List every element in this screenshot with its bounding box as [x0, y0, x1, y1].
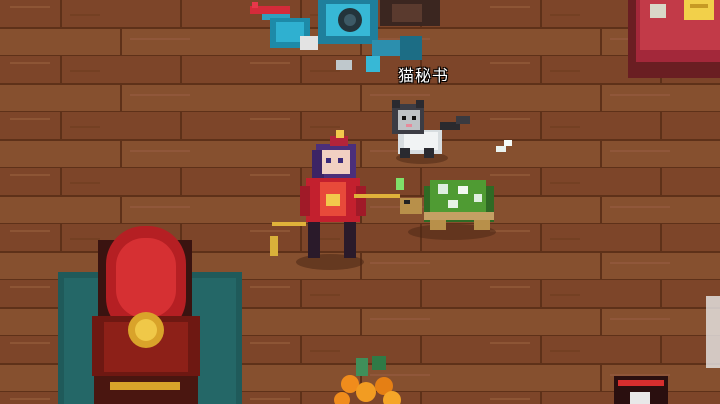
red-cabinet	[628, 0, 720, 78]
throne-hotspot[interactable]	[90, 224, 202, 404]
player-hotspot[interactable]	[268, 128, 404, 266]
white-edge-object	[706, 296, 720, 368]
red-chest-object	[614, 376, 668, 404]
npc-name-label: 猫秘书	[398, 66, 450, 85]
game-scene[interactable]: 猫秘书	[0, 0, 720, 404]
turtle-hotspot[interactable]	[398, 176, 498, 236]
